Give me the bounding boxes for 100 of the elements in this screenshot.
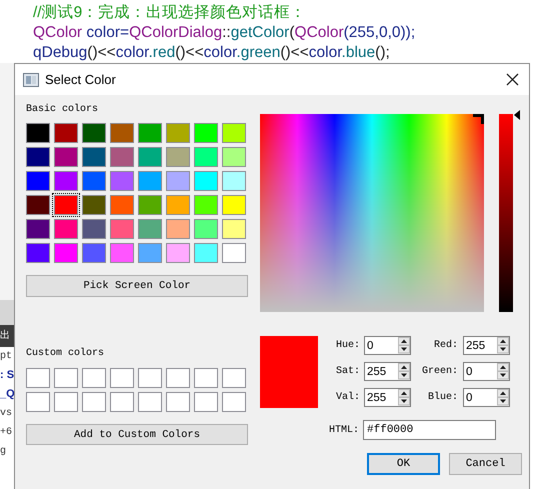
field-label: Green: — [420, 366, 459, 377]
color-swatch[interactable] — [80, 169, 108, 193]
value-bar[interactable] — [499, 114, 513, 312]
field-label: Hue: — [335, 340, 361, 351]
color-swatch[interactable] — [136, 217, 164, 241]
custom-color-swatch[interactable] — [80, 390, 108, 414]
custom-colors-label: Custom colors — [26, 348, 104, 361]
window-icon — [23, 72, 39, 86]
html-label: HTML: — [329, 424, 360, 436]
color-swatch[interactable] — [108, 217, 136, 241]
color-swatch[interactable] — [24, 193, 52, 217]
color-swatch[interactable] — [24, 145, 52, 169]
custom-color-swatch[interactable] — [192, 390, 220, 414]
custom-color-swatch[interactable] — [136, 390, 164, 414]
color-swatch[interactable] — [52, 145, 80, 169]
color-swatch[interactable] — [164, 121, 192, 145]
custom-color-swatch[interactable] — [52, 390, 80, 414]
close-icon[interactable] — [506, 73, 519, 86]
field-label: Sat: — [335, 366, 361, 377]
color-swatch[interactable] — [52, 169, 80, 193]
spectrum-drawing[interactable] — [260, 114, 484, 312]
color-swatch[interactable] — [164, 169, 192, 193]
custom-color-swatch[interactable] — [108, 366, 136, 390]
field-label: Val: — [335, 392, 361, 403]
color-swatch[interactable] — [52, 193, 80, 217]
custom-color-swatch[interactable] — [52, 366, 80, 390]
color-swatch[interactable] — [136, 121, 164, 145]
color-swatch[interactable] — [164, 217, 192, 241]
custom-color-swatch[interactable] — [164, 390, 192, 414]
color-swatch[interactable] — [52, 217, 80, 241]
pointer-icon[interactable] — [514, 110, 520, 120]
color-swatch[interactable] — [192, 169, 220, 193]
crosshair-icon[interactable] — [473, 114, 484, 124]
custom-color-swatch[interactable] — [24, 390, 52, 414]
field-label: Blue: — [426, 392, 459, 403]
color-swatch[interactable] — [192, 121, 220, 145]
field-label: Red: — [432, 340, 459, 351]
custom-color-swatch[interactable] — [136, 366, 164, 390]
color-swatch[interactable] — [220, 241, 248, 265]
code-fragment: _Q — [0, 387, 14, 402]
html-field[interactable]: #ff0000 — [363, 420, 496, 440]
color-swatch[interactable] — [80, 145, 108, 169]
code-line: qDebug()<<color.red()<<color.green()<<color.blue(); — [33, 43, 390, 63]
custom-color-swatch[interactable] — [220, 390, 248, 414]
color-swatch[interactable] — [24, 217, 52, 241]
color-preview — [260, 336, 318, 408]
color-swatch[interactable] — [164, 145, 192, 169]
color-swatch[interactable] — [192, 145, 220, 169]
pick-screen-color-button[interactable]: Pick Screen Color — [26, 275, 248, 297]
basic-colors-label: Basic colors — [26, 104, 98, 117]
code-fragment: +6 — [0, 426, 12, 440]
color-swatch[interactable] — [108, 145, 136, 169]
color-swatch[interactable] — [220, 121, 248, 145]
spin-box[interactable]: 255 — [364, 388, 411, 407]
spin-box[interactable]: 255 — [463, 336, 510, 355]
color-swatch[interactable] — [220, 169, 248, 193]
add-to-custom-colors-button[interactable]: Add to Custom Colors — [26, 424, 248, 445]
code-line: QColor color=QColorDialog::getColor(QColor(255,0,0)); — [33, 23, 416, 43]
color-swatch[interactable] — [220, 145, 248, 169]
color-swatch[interactable] — [24, 121, 52, 145]
color-swatch[interactable] — [24, 241, 52, 265]
color-swatch[interactable] — [164, 241, 192, 265]
color-swatch[interactable] — [108, 169, 136, 193]
color-swatch[interactable] — [80, 121, 108, 145]
color-swatch[interactable] — [192, 241, 220, 265]
color-swatch[interactable] — [136, 169, 164, 193]
color-swatch[interactable] — [108, 241, 136, 265]
color-swatch[interactable] — [52, 241, 80, 265]
custom-color-swatch[interactable] — [24, 366, 52, 390]
spin-box[interactable]: 0 — [463, 362, 510, 381]
custom-color-swatch[interactable] — [80, 366, 108, 390]
code-fragment: : S — [0, 368, 14, 383]
color-swatch[interactable] — [80, 193, 108, 217]
custom-color-swatch[interactable] — [220, 366, 248, 390]
color-swatch[interactable] — [192, 193, 220, 217]
color-swatch[interactable] — [220, 217, 248, 241]
color-swatch[interactable] — [108, 193, 136, 217]
ok-button[interactable]: OK — [367, 453, 440, 475]
color-swatch[interactable] — [136, 241, 164, 265]
color-swatch[interactable] — [220, 193, 248, 217]
custom-color-swatch[interactable] — [108, 390, 136, 414]
code-line: //测试9：完成：出现选择颜色对话框： — [33, 3, 306, 23]
color-swatch[interactable] — [192, 217, 220, 241]
color-swatch[interactable] — [80, 241, 108, 265]
color-swatch[interactable] — [24, 169, 52, 193]
color-swatch[interactable] — [108, 121, 136, 145]
spin-box[interactable]: 255 — [364, 362, 411, 381]
custom-color-swatch[interactable] — [164, 366, 192, 390]
color-swatch[interactable] — [136, 145, 164, 169]
color-swatch[interactable] — [80, 217, 108, 241]
color-swatch[interactable] — [52, 121, 80, 145]
code-fragment: vs — [0, 407, 12, 421]
cancel-button[interactable]: Cancel — [449, 453, 522, 475]
spin-box[interactable]: 0 — [463, 388, 510, 407]
color-swatch[interactable] — [136, 193, 164, 217]
code-fragment: pt — [0, 350, 12, 364]
window-title: Select Color — [45, 72, 116, 87]
color-swatch[interactable] — [164, 193, 192, 217]
custom-color-swatch[interactable] — [192, 366, 220, 390]
spin-box[interactable]: 0 — [364, 336, 411, 355]
